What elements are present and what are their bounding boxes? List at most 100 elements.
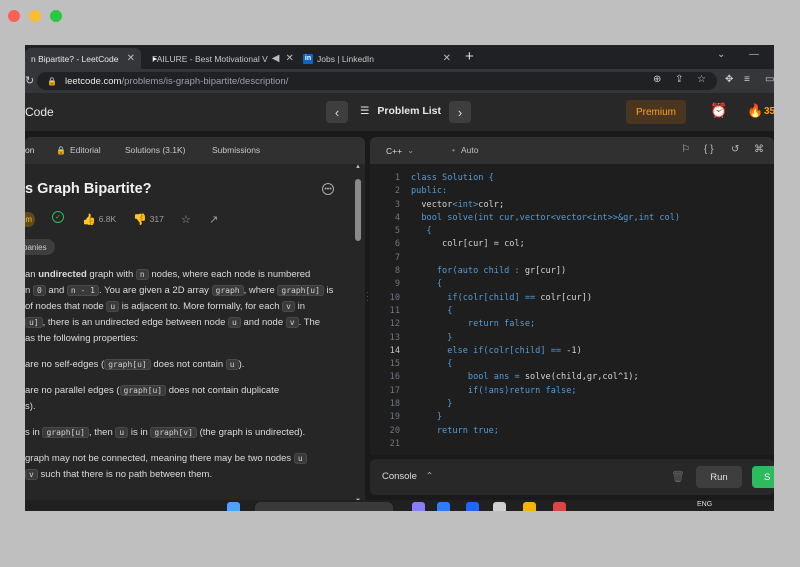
minimize-icon[interactable]: — (749, 49, 759, 60)
trash-icon[interactable]: 🗑 (671, 470, 685, 483)
code-line[interactable]: 14 else if(colr[child] == -1) (370, 345, 774, 358)
app-icon[interactable] (493, 502, 506, 511)
more-options-icon[interactable]: ••• (322, 183, 334, 195)
auto-mode-toggle[interactable]: • Auto (452, 145, 478, 155)
tab-youtube[interactable]: FAILURE - Best Motivational V ◀ ✕ (142, 48, 294, 69)
inline-code: graph[u] (119, 385, 167, 396)
taskbar-search[interactable] (255, 502, 393, 511)
share-icon[interactable]: ⇪ (675, 74, 683, 85)
premium-button[interactable]: Premium (626, 100, 686, 124)
windows-start-icon[interactable] (227, 502, 240, 511)
minimize-dot[interactable] (29, 10, 41, 22)
url-input[interactable]: 🔒 leetcode.com/problems/is-graph-biparti… (37, 72, 717, 90)
zoom-icon[interactable]: ⊕ (653, 74, 661, 85)
code-line[interactable]: 5 { (370, 225, 774, 238)
reset-icon[interactable]: ↺ (731, 144, 739, 155)
tab-description[interactable]: on (25, 145, 34, 155)
description-line: s). (25, 399, 325, 415)
console-toggle[interactable]: Console ⌃ (382, 471, 433, 482)
code-line[interactable]: 17 if(!ans)return false; (370, 385, 774, 398)
code-area[interactable]: 1 class Solution {2 public: 3 vector<int>co… (370, 172, 774, 451)
scroll-thumb[interactable] (355, 179, 361, 241)
code-line[interactable]: 3 vector<int>colr; (370, 199, 774, 212)
code-keyword: bool ans = (411, 372, 525, 383)
code-line[interactable]: 12 return false; (370, 318, 774, 331)
chevron-down-icon: ⌄ (407, 145, 415, 155)
description-scrollbar[interactable]: ▲ ▼ (354, 164, 362, 504)
app-icon[interactable] (466, 502, 479, 511)
app-icon[interactable] (523, 502, 536, 511)
share-link-icon[interactable]: ↗ (209, 212, 218, 226)
prev-problem-button[interactable]: ‹ (326, 101, 348, 123)
code-line[interactable]: 10 if(colr[child] == colr[cur]) (370, 292, 774, 305)
code-line[interactable]: 8 for(auto child : gr[cur]) (370, 265, 774, 278)
description-line: u], there is an undirected edge between … (25, 315, 325, 331)
format-braces-icon[interactable]: { } (704, 144, 713, 155)
solved-check-icon: ✓ (52, 211, 64, 223)
close-icon[interactable]: ✕ (443, 53, 451, 64)
app-icon[interactable] (437, 502, 450, 511)
tab-linkedin[interactable]: in Jobs | LinkedIn ✕ (297, 48, 457, 69)
code-line[interactable]: 1 class Solution { (370, 172, 774, 185)
code-line[interactable]: 2 public: (370, 185, 774, 198)
code-line[interactable]: 21 (370, 438, 774, 451)
description-line: v such that there is no path between the… (25, 467, 325, 483)
leetcode-logo[interactable]: Code (25, 105, 54, 119)
app-icon[interactable] (553, 502, 566, 511)
tab-submissions[interactable]: Submissions (212, 145, 260, 155)
bookmark-icon[interactable]: ⚐ (681, 144, 690, 155)
speaker-icon[interactable]: ◀ (272, 53, 280, 64)
code-line[interactable]: 6 colr[cur] = col; (370, 238, 774, 251)
tab-solutions[interactable]: Solutions (3.1K) (125, 145, 185, 155)
problem-list-label: Problem List (377, 105, 442, 117)
code-line[interactable]: 18 } (370, 398, 774, 411)
panel-resize-handle[interactable]: · · · (366, 289, 369, 305)
new-tab-button[interactable]: + (465, 48, 474, 66)
like-button[interactable]: 👍 6.8K (82, 212, 116, 226)
alarm-clock-icon[interactable]: ⏰ (710, 102, 727, 119)
extensions-icon[interactable]: ✥ (725, 74, 733, 85)
tab-editorial[interactable]: 🔒 Editorial (56, 145, 101, 155)
app-icon[interactable] (412, 502, 425, 511)
media-icon[interactable]: ≡ (744, 74, 750, 85)
reload-icon[interactable]: ↻ (25, 74, 34, 87)
problem-list-button[interactable]: ☰ Problem List (360, 105, 441, 117)
close-icon[interactable]: ✕ (127, 53, 135, 64)
code-line[interactable]: 13 } (370, 332, 774, 345)
code-keyword: return false; (411, 319, 536, 330)
code-text: public: (411, 185, 447, 198)
tab-search-icon[interactable]: ⌄ (717, 49, 725, 60)
auto-mode-label: Auto (460, 145, 479, 155)
line-number: 11 (389, 305, 400, 316)
language-select[interactable]: C++ ⌄ (386, 145, 414, 156)
inline-code: graph (211, 285, 244, 296)
os-taskbar: ENG (25, 500, 774, 511)
sidepanel-icon[interactable]: ▭ (765, 74, 774, 85)
code-line[interactable]: 16 bool ans = solve(child,gr,col^1); (370, 371, 774, 384)
run-button[interactable]: Run (696, 466, 742, 488)
lock-icon[interactable]: 🔒 (47, 77, 57, 86)
next-problem-button[interactable]: › (449, 101, 471, 123)
code-line[interactable]: 9 { (370, 278, 774, 291)
favorite-star-icon[interactable]: ☆ (181, 212, 191, 226)
tab-leetcode[interactable]: n Bipartite? - LeetCode ✕ (25, 48, 141, 69)
code-line[interactable]: 15 { (370, 358, 774, 371)
code-line[interactable]: 19 } (370, 411, 774, 424)
scroll-up-icon[interactable]: ▲ (355, 164, 361, 170)
maximize-dot[interactable] (50, 10, 62, 22)
shortcut-icon[interactable]: ⌘ (754, 144, 764, 155)
thumbs-down-icon: 👎 (133, 213, 147, 226)
submit-button[interactable]: S (752, 466, 774, 488)
language-indicator[interactable]: ENG (697, 501, 712, 508)
close-icon[interactable]: ✕ (285, 53, 293, 64)
bookmark-star-icon[interactable]: ☆ (697, 74, 706, 85)
code-line[interactable]: 4 bool solve(int cur,vector<vector<int>>… (370, 212, 774, 225)
code-line[interactable]: 11 { (370, 305, 774, 318)
dislike-button[interactable]: 👎 317 (133, 212, 164, 226)
code-line[interactable]: 7 (370, 252, 774, 265)
close-dot[interactable] (8, 10, 20, 22)
language-label: C++ (386, 145, 403, 156)
code-line[interactable]: 20 return true; (370, 425, 774, 438)
flame-icon[interactable]: 🔥 (747, 103, 763, 119)
companies-tag[interactable]: panies (25, 239, 55, 255)
